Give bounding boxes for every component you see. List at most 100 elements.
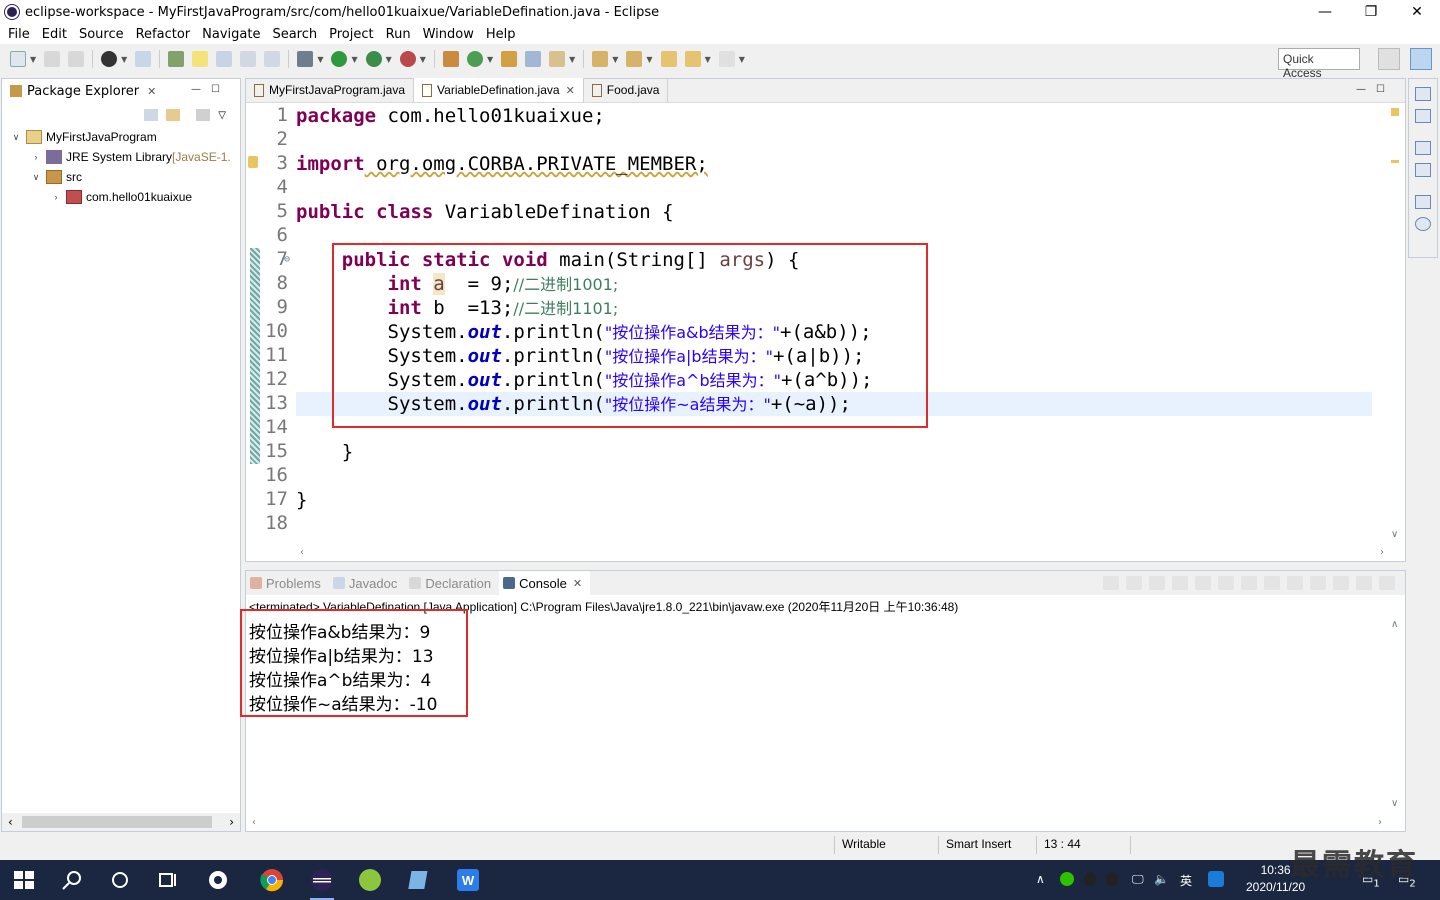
save-all-icon[interactable] bbox=[68, 51, 85, 67]
back-icon[interactable] bbox=[684, 51, 701, 67]
eclipse-taskbar-icon[interactable] bbox=[310, 868, 334, 892]
terminate-icon[interactable] bbox=[1103, 576, 1119, 590]
open-type-icon[interactable] bbox=[168, 51, 185, 67]
show-on-error-icon[interactable] bbox=[1264, 576, 1280, 590]
tree-item-package[interactable]: › com.hello01kuaixue bbox=[2, 187, 240, 207]
close-icon[interactable]: ✕ bbox=[147, 85, 156, 98]
console-horizontal-scrollbar[interactable]: ‹ › bbox=[246, 813, 1388, 831]
cortana-icon[interactable] bbox=[108, 868, 132, 892]
menu-run[interactable]: Run bbox=[380, 27, 417, 42]
pin-console-icon[interactable] bbox=[1287, 576, 1303, 590]
qq-icon[interactable] bbox=[1106, 872, 1118, 886]
scroll-left-icon[interactable]: ‹ bbox=[300, 547, 304, 558]
fold-icon[interactable]: ⊖ bbox=[284, 254, 290, 265]
chevron-right-icon[interactable]: › bbox=[50, 192, 62, 202]
minimize-maximize-icon[interactable]: —☐ bbox=[1356, 84, 1395, 95]
windows-start-icon[interactable] bbox=[12, 868, 36, 892]
profile-icon[interactable] bbox=[101, 51, 118, 67]
outline-icon[interactable] bbox=[1415, 109, 1431, 123]
menu-edit[interactable]: Edit bbox=[36, 27, 73, 42]
last-edit-icon[interactable] bbox=[660, 51, 677, 67]
link-editor-icon[interactable] bbox=[166, 109, 181, 121]
open-perspective-icon[interactable] bbox=[1378, 48, 1400, 70]
ime-indicator[interactable]: 英 bbox=[1180, 872, 1192, 889]
external-tools-icon[interactable] bbox=[399, 51, 416, 67]
console-vertical-scrollbar[interactable]: ∧ ∨ bbox=[1387, 615, 1405, 813]
skip-breakpoints-icon[interactable] bbox=[135, 51, 152, 67]
app-icon[interactable] bbox=[358, 868, 382, 892]
new-class-icon[interactable] bbox=[466, 51, 483, 67]
app-tray-icon[interactable] bbox=[1208, 871, 1224, 887]
coverage-icon[interactable] bbox=[365, 51, 382, 67]
scroll-lock-icon[interactable] bbox=[1195, 576, 1211, 590]
menu-source[interactable]: Source bbox=[73, 27, 130, 42]
show-on-output-icon[interactable] bbox=[1241, 576, 1257, 590]
warning-marker[interactable] bbox=[1391, 160, 1399, 163]
restore-icon[interactable] bbox=[1415, 141, 1431, 155]
tab-javadoc[interactable]: Javadoc bbox=[329, 571, 405, 595]
menu-window[interactable]: Window bbox=[417, 27, 480, 42]
open-type-folder-icon[interactable] bbox=[501, 51, 518, 67]
task-view-icon[interactable] bbox=[156, 868, 180, 892]
view-menu-icon[interactable]: ▽ bbox=[218, 110, 226, 121]
quick-access-field[interactable]: Quick Access bbox=[1278, 48, 1360, 80]
minimize-button[interactable]: — bbox=[1302, 0, 1348, 24]
open-console-icon[interactable] bbox=[1333, 576, 1349, 590]
scroll-right-icon[interactable]: › bbox=[229, 815, 234, 829]
tab-problems[interactable]: Problems bbox=[246, 571, 329, 595]
chrome-icon[interactable] bbox=[260, 868, 284, 892]
show-whitespace-icon[interactable] bbox=[264, 51, 281, 67]
app-icon[interactable] bbox=[206, 868, 230, 892]
chevron-down-icon[interactable]: ∨ bbox=[10, 132, 22, 143]
tab-declaration[interactable]: Declaration bbox=[405, 571, 499, 595]
menu-refactor[interactable]: Refactor bbox=[130, 27, 197, 42]
filter-icon[interactable] bbox=[196, 109, 211, 121]
scroll-up-icon[interactable]: ∧ bbox=[1391, 619, 1398, 630]
volume-icon[interactable]: 🔈 bbox=[1154, 872, 1169, 886]
close-icon[interactable]: ✕ bbox=[573, 577, 582, 590]
task-list-icon[interactable] bbox=[1415, 163, 1431, 177]
tree-item-src[interactable]: ∨ src bbox=[2, 167, 240, 187]
overview-ruler-marker[interactable] bbox=[1391, 108, 1399, 116]
wechat-icon[interactable] bbox=[1060, 872, 1074, 886]
debug-icon[interactable] bbox=[297, 51, 314, 67]
qq-icon[interactable] bbox=[1084, 872, 1096, 886]
prev-annotation-icon[interactable] bbox=[626, 51, 643, 67]
next-annotation-icon[interactable] bbox=[592, 51, 609, 67]
tab-console[interactable]: Console ✕ bbox=[499, 571, 591, 595]
chevron-right-icon[interactable]: › bbox=[30, 152, 42, 162]
block-select-icon[interactable] bbox=[240, 51, 257, 67]
maximize-icon[interactable] bbox=[1379, 576, 1395, 590]
scroll-left-icon[interactable]: ‹ bbox=[8, 815, 13, 829]
close-icon[interactable]: ✕ bbox=[566, 84, 575, 97]
scroll-down-icon[interactable]: ∨ bbox=[1391, 798, 1398, 809]
java-perspective-icon[interactable] bbox=[1410, 48, 1432, 70]
menu-navigate[interactable]: Navigate bbox=[196, 27, 266, 42]
mark-occurrences-icon[interactable] bbox=[192, 51, 209, 67]
menu-project[interactable]: Project bbox=[323, 27, 379, 42]
new-java-project-icon[interactable] bbox=[442, 51, 459, 67]
new-icon[interactable] bbox=[10, 51, 26, 67]
tab-food[interactable]: Food.java bbox=[584, 78, 669, 102]
warning-icon[interactable] bbox=[248, 156, 258, 168]
open-task-icon[interactable] bbox=[525, 51, 542, 67]
display-console-icon[interactable] bbox=[1310, 576, 1326, 590]
menu-search[interactable]: Search bbox=[266, 27, 323, 42]
chevron-down-icon[interactable]: ∨ bbox=[30, 172, 42, 183]
tree-item-project[interactable]: ∨ MyFirstJavaProgram bbox=[2, 127, 240, 147]
code-area[interactable]: 1 2 3 4 5 6 7 8 9 10 11 12 13 14 15 16 1… bbox=[246, 104, 1388, 544]
scroll-right-icon[interactable]: › bbox=[1380, 547, 1384, 558]
word-wrap-icon[interactable] bbox=[1218, 576, 1234, 590]
notepad-icon[interactable] bbox=[408, 868, 432, 892]
close-button[interactable]: ✕ bbox=[1394, 0, 1440, 24]
search-icon[interactable] bbox=[549, 51, 566, 67]
restore-icon[interactable] bbox=[1415, 87, 1431, 101]
editor-horizontal-scrollbar[interactable]: ‹ › bbox=[296, 543, 1388, 561]
welcome-icon[interactable] bbox=[1415, 217, 1431, 231]
tab-variabledefination[interactable]: VariableDefination.java ✕ bbox=[414, 78, 584, 102]
editor-vertical-scrollbar[interactable]: ∨ bbox=[1387, 104, 1405, 544]
scroll-left-icon[interactable]: ‹ bbox=[252, 817, 256, 828]
scroll-down-icon[interactable]: ∨ bbox=[1391, 529, 1398, 540]
tree-item-jre[interactable]: › JRE System Library [JavaSE-1. bbox=[2, 147, 240, 167]
minimize-icon[interactable] bbox=[1356, 576, 1372, 590]
